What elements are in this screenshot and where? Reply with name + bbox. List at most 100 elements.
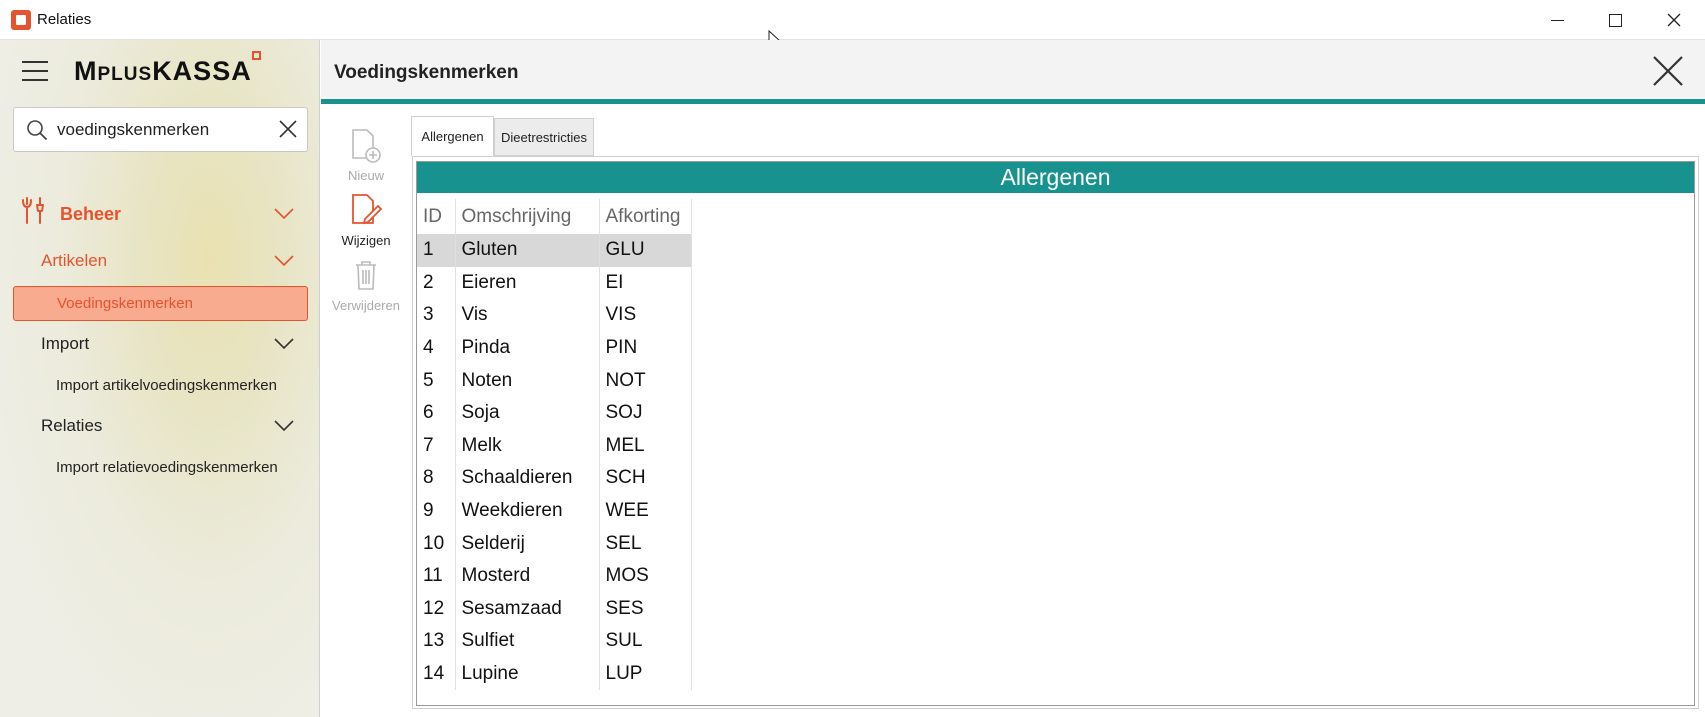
- sidebar-item-voedingskenmerken[interactable]: Voedingskenmerken: [13, 286, 308, 321]
- cell-afkorting: NOT: [599, 364, 692, 397]
- edit-button[interactable]: Wijzigen: [321, 193, 411, 248]
- close-window-button[interactable]: [1645, 0, 1703, 40]
- sidebar-item-artikelen[interactable]: Artikelen: [41, 251, 107, 271]
- table-row[interactable]: 12 Sesamzaad SES: [417, 592, 692, 626]
- minimize-button[interactable]: [1528, 0, 1586, 40]
- app-icon: [11, 10, 31, 30]
- cell-afkorting: WEE: [599, 494, 692, 528]
- cell-omschrijving: Schaaldieren: [455, 462, 600, 495]
- cell-afkorting: SES: [599, 592, 692, 626]
- table-row[interactable]: 1 Gluten GLU: [417, 234, 692, 267]
- table-row[interactable]: 6 Soja SOJ: [417, 396, 692, 430]
- cell-omschrijving: Sulfiet: [455, 625, 600, 658]
- clear-search-icon[interactable]: [277, 118, 299, 140]
- sidebar-item-import-artikelvoedingskenmerken[interactable]: Import artikelvoedingskenmerken: [56, 377, 277, 394]
- cell-afkorting: LUP: [599, 657, 692, 691]
- chevron-down-icon[interactable]: [274, 420, 294, 432]
- new-document-icon: [352, 129, 381, 163]
- cell-omschrijving: Melk: [455, 429, 600, 463]
- page-header: Voedingskenmerken: [321, 40, 1705, 104]
- column-header-omschrijving[interactable]: Omschrijving: [455, 199, 600, 234]
- sidebar-item-import-relatievoedingskenmerken[interactable]: Import relatievoedingskenmerken: [56, 459, 278, 476]
- cell-id: 12: [417, 592, 456, 626]
- table-row[interactable]: 9 Weekdieren WEE: [417, 494, 692, 528]
- cell-id: 3: [417, 299, 456, 332]
- allergenen-table: ID Omschrijving Afkorting 1 Gluten GLU 2 Eie…: [417, 199, 692, 691]
- cell-id: 9: [417, 494, 456, 528]
- chevron-down-icon[interactable]: [274, 208, 294, 220]
- chevron-down-icon[interactable]: [274, 338, 294, 350]
- table-header-row: ID Omschrijving Afkorting: [417, 199, 692, 234]
- cell-afkorting: MOS: [599, 559, 692, 593]
- page-title: Voedingskenmerken: [334, 62, 519, 83]
- sidebar-item-import[interactable]: Import: [41, 334, 89, 354]
- tab-allergenen[interactable]: Allergenen: [411, 116, 494, 156]
- maximize-button[interactable]: [1586, 0, 1644, 40]
- cell-omschrijving: Sesamzaad: [455, 592, 600, 626]
- table-row[interactable]: 2 Eieren EI: [417, 266, 692, 300]
- search-input[interactable]: [57, 118, 267, 142]
- column-header-id[interactable]: ID: [417, 199, 456, 234]
- search-icon: [27, 120, 48, 141]
- edit-document-icon: [352, 194, 383, 225]
- table-row[interactable]: 7 Melk MEL: [417, 429, 692, 463]
- cell-afkorting: SUL: [599, 625, 692, 658]
- cell-omschrijving: Eieren: [455, 266, 600, 300]
- cell-id: 5: [417, 364, 456, 397]
- logo-square-icon: [252, 51, 261, 60]
- sidebar: MPLUSKASSA Beheer Artikelen Voedingskenm…: [0, 40, 320, 717]
- table-row[interactable]: 14 Lupine LUP: [417, 657, 692, 691]
- table-row[interactable]: 5 Noten NOT: [417, 364, 692, 397]
- cell-omschrijving: Soja: [455, 396, 600, 430]
- title-bar: Relaties: [0, 0, 1705, 40]
- cell-omschrijving: Lupine: [455, 657, 600, 691]
- grid-title: Allergenen: [417, 162, 1694, 193]
- cell-id: 7: [417, 429, 456, 463]
- search-box[interactable]: [13, 107, 308, 152]
- hamburger-menu-icon[interactable]: [22, 60, 48, 82]
- close-page-icon[interactable]: [1651, 54, 1685, 88]
- table-row[interactable]: 8 Schaaldieren SCH: [417, 462, 692, 495]
- delete-button[interactable]: Verwijderen: [321, 258, 411, 313]
- table-row[interactable]: 10 Selderij SEL: [417, 527, 692, 560]
- new-button[interactable]: Nieuw: [321, 128, 411, 183]
- table-row[interactable]: 11 Mosterd MOS: [417, 559, 692, 593]
- sidebar-item-beheer[interactable]: Beheer: [60, 204, 121, 225]
- wrench-screwdriver-icon: [22, 197, 44, 224]
- cell-id: 4: [417, 331, 456, 365]
- cell-afkorting: VIS: [599, 299, 692, 332]
- mpluskassa-logo: MPLUSKASSA: [74, 56, 252, 86]
- cell-afkorting: EI: [599, 266, 692, 300]
- cell-afkorting: PIN: [599, 331, 692, 365]
- cell-omschrijving: Weekdieren: [455, 494, 600, 528]
- maximize-icon: [1608, 13, 1622, 27]
- table-row[interactable]: 3 Vis VIS: [417, 299, 692, 332]
- cell-afkorting: MEL: [599, 429, 692, 463]
- cell-id: 14: [417, 657, 456, 691]
- cell-omschrijving: Mosterd: [455, 559, 600, 593]
- cell-omschrijving: Vis: [455, 299, 600, 332]
- tab-dieetrestricties[interactable]: Dieetrestricties: [494, 118, 594, 156]
- cell-omschrijving: Gluten: [455, 234, 600, 267]
- cell-omschrijving: Pinda: [455, 331, 600, 365]
- chevron-down-icon[interactable]: [274, 255, 294, 267]
- sidebar-item-relaties[interactable]: Relaties: [41, 416, 102, 436]
- close-icon: [1667, 13, 1681, 27]
- cell-id: 11: [417, 559, 456, 593]
- table-row[interactable]: 13 Sulfiet SUL: [417, 625, 692, 658]
- cell-id: 8: [417, 462, 456, 495]
- minimize-icon: [1550, 19, 1564, 21]
- cell-id: 6: [417, 396, 456, 430]
- table-row[interactable]: 4 Pinda PIN: [417, 331, 692, 365]
- sidebar-item-label: Voedingskenmerken: [57, 295, 193, 312]
- column-header-afkorting[interactable]: Afkorting: [599, 199, 692, 234]
- cell-id: 1: [417, 234, 456, 267]
- cell-afkorting: GLU: [599, 234, 692, 267]
- cell-id: 13: [417, 625, 456, 658]
- cell-omschrijving: Selderij: [455, 527, 600, 560]
- cell-afkorting: SCH: [599, 462, 692, 495]
- cell-id: 2: [417, 266, 456, 300]
- cell-afkorting: SOJ: [599, 396, 692, 430]
- trash-icon: [356, 261, 376, 290]
- window-title: Relaties: [37, 11, 92, 28]
